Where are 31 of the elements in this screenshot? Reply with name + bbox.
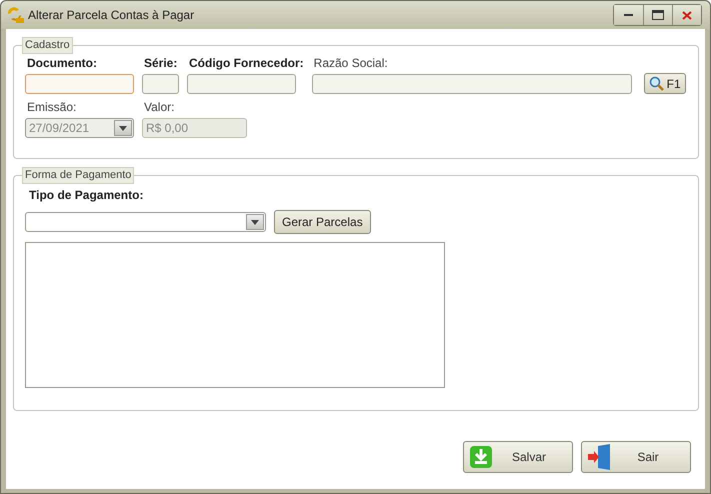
caret-icon bbox=[119, 126, 127, 130]
door-exit-icon bbox=[588, 444, 612, 470]
field-label: Valor: bbox=[144, 100, 176, 114]
input-field[interactable] bbox=[142, 74, 179, 94]
field-label: Tipo de Pagamento: bbox=[29, 188, 144, 202]
search-icon bbox=[648, 76, 665, 92]
close-button[interactable] bbox=[672, 5, 701, 25]
maximize-button[interactable] bbox=[643, 5, 672, 25]
field-label: Documento: bbox=[27, 56, 98, 70]
search-button[interactable]: F1 bbox=[644, 73, 686, 94]
logo-icon bbox=[5, 6, 25, 24]
field-label: Código Fornecedor: bbox=[189, 56, 304, 70]
input-field[interactable] bbox=[25, 74, 134, 94]
field-label: Razão Social: bbox=[314, 56, 389, 70]
window-title: Alterar Parcela Contas à Pagar bbox=[28, 7, 194, 24]
maximize-icon bbox=[652, 10, 664, 20]
group-legend: Forma de Pagamento bbox=[22, 167, 134, 184]
group-legend: Cadastro bbox=[22, 37, 73, 54]
download-icon bbox=[470, 446, 492, 468]
input-field[interactable] bbox=[312, 74, 632, 94]
input-field[interactable] bbox=[187, 74, 296, 94]
caret-icon bbox=[251, 220, 259, 224]
field-label: Série: bbox=[144, 56, 178, 70]
close-icon bbox=[682, 10, 692, 20]
minimize-icon bbox=[624, 13, 633, 17]
exit-button[interactable]: Sair bbox=[581, 441, 691, 473]
dropdown-field[interactable] bbox=[25, 212, 266, 232]
generate-button[interactable]: Gerar Parcelas bbox=[274, 210, 371, 234]
minimize-button[interactable] bbox=[614, 5, 643, 25]
save-button[interactable]: Salvar bbox=[463, 441, 573, 473]
field-label: Emissão: bbox=[27, 100, 78, 114]
